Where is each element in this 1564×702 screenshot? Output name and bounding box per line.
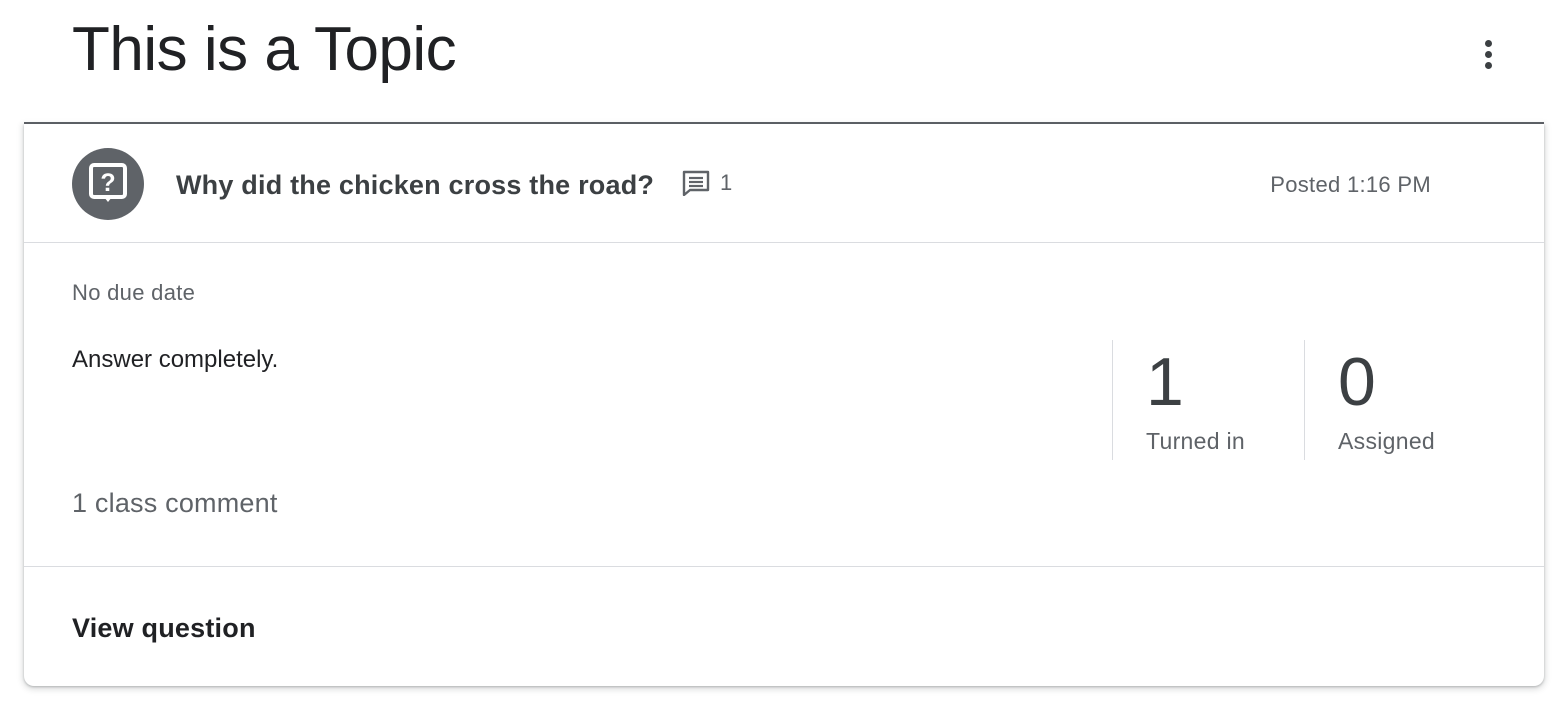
question-card-footer: View question (24, 566, 1544, 687)
more-vert-icon (1484, 39, 1492, 47)
topic-header: This is a Topic (24, 0, 1544, 124)
question-description: Answer completely. (72, 346, 279, 373)
due-date: No due date (72, 280, 196, 305)
assigned-label: Assigned (1338, 428, 1436, 454)
assigned-stat[interactable]: 0 Assigned (1304, 340, 1454, 460)
comment-count: 1 (720, 170, 733, 195)
class-comment-link[interactable]: 1 class comment (72, 488, 278, 519)
question-card-header[interactable]: ? Why did the chicken cross the road? 1 … (24, 124, 1544, 243)
topic-title: This is a Topic (72, 15, 457, 84)
comment-indicator: 1 (682, 170, 732, 196)
turned-in-stat[interactable]: 1 Turned in (1112, 340, 1304, 460)
comment-icon (682, 170, 710, 196)
question-icon: ? (72, 148, 144, 220)
posted-time: Posted 1:16 PM (1270, 172, 1431, 197)
submission-stats: 1 Turned in 0 Assigned (1112, 340, 1454, 460)
svg-text:?: ? (100, 169, 115, 197)
more-options-button[interactable] (1464, 30, 1512, 78)
question-title[interactable]: Why did the chicken cross the road? (176, 168, 654, 202)
view-question-button[interactable]: View question (72, 613, 256, 644)
question-card: ? Why did the chicken cross the road? 1 … (24, 124, 1544, 686)
assigned-count: 0 (1338, 344, 1376, 420)
turned-in-count: 1 (1146, 344, 1184, 420)
turned-in-label: Turned in (1146, 428, 1246, 454)
